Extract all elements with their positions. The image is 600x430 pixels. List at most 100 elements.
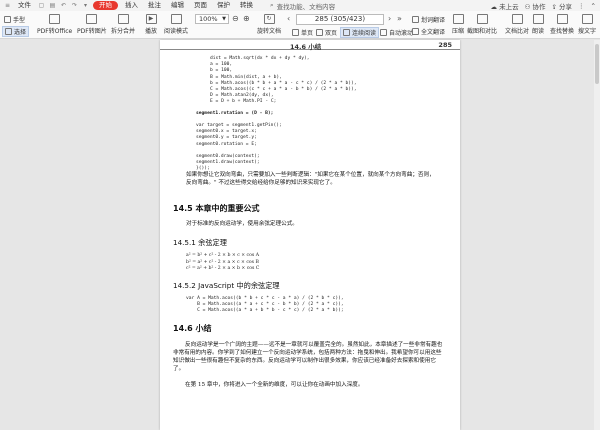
zoom-select[interactable]: 100% ▼ xyxy=(195,14,229,24)
collab-button[interactable]: ⚇ 协作 xyxy=(525,1,546,11)
pdf-image-label: PDF转图片 xyxy=(77,28,107,35)
search-box[interactable]: ⌕ 查找功能、文档内容 xyxy=(270,1,335,11)
pdf-office-icon xyxy=(49,14,61,24)
cloud-status[interactable]: ☁ 未上云 xyxy=(491,1,519,11)
paragraph-1: 如果你想让它双向弯曲，只需要加入一些判断逻辑："如果它在某个位置，就向某个方向弯… xyxy=(186,172,435,186)
zoom-in-icon[interactable]: ⊕ xyxy=(243,14,250,24)
read-aloud-button[interactable]: 朗读 xyxy=(532,14,544,35)
tab-convert[interactable]: 转换 xyxy=(235,0,258,11)
select-label: 选择 xyxy=(14,29,27,36)
zoom-value: 100% xyxy=(199,15,218,23)
open-icon[interactable]: ▢ xyxy=(38,2,45,9)
page-number: 285 xyxy=(438,41,452,49)
code-block-2: segment1.rotation = (D - B); xyxy=(196,111,274,116)
auto-scroll-button[interactable]: 自动滚动 xyxy=(380,28,413,37)
page-indicator: 285 (305/423) xyxy=(314,15,366,23)
code-block-4: segment0.draw(context); segment1.draw(co… xyxy=(196,154,260,172)
menu-bar: ≡ 文件 ▢ ▤ ↶ ↷ ▾ 开始 插入 批注 编辑 页面 保护 转换 ⌕ 查找… xyxy=(0,0,600,11)
read-mode-label: 阅读模式 xyxy=(164,28,189,35)
more-icon[interactable]: ▾ xyxy=(82,2,89,9)
cloud-label: 未上云 xyxy=(499,2,519,11)
screenshot-compare-button[interactable]: 截图和对比 xyxy=(467,14,497,35)
ribbon-toolbar: 手型 选择 PDF转Office PDF转图片 拆分合并 ▶ 播放 阅读模式 10… xyxy=(0,11,600,39)
menu-right: ☁ 未上云 ⚇ 协作 ⇪ 分享 ⋮ ⌃ xyxy=(491,0,596,11)
cosine-formulas: a² = b² + c² - 2 × b × c × cos A b² = a²… xyxy=(186,253,260,271)
search-icon: ⌕ xyxy=(270,1,274,9)
share-button[interactable]: ⇪ 分享 xyxy=(552,1,573,11)
heading-14-5-2: 14.5.2 JavaScript 中的余弦定理 xyxy=(173,281,280,290)
tab-insert[interactable]: 插入 xyxy=(120,0,143,11)
undo-icon[interactable]: ↶ xyxy=(60,2,67,9)
prev-page-icon[interactable]: ‹ xyxy=(287,14,290,24)
play-label: 播放 xyxy=(145,28,158,35)
single-page-button[interactable]: 单页 xyxy=(292,28,313,37)
heading-14-6: 14.6 小结 xyxy=(173,324,212,333)
compress-button[interactable]: 压缩 xyxy=(452,14,464,35)
continuous-read-button[interactable]: 连续阅读 xyxy=(340,27,380,38)
auto-scroll-label: 自动滚动 xyxy=(389,30,414,37)
zoom-out-icon[interactable]: ⊖ xyxy=(232,14,239,24)
full-translate-label: 全文翻译 xyxy=(421,29,446,36)
rotate-button[interactable]: ↻ 旋转文档 xyxy=(257,14,281,35)
collab-label: 协作 xyxy=(532,2,546,11)
split-icon xyxy=(117,14,129,24)
double-page-label: 双页 xyxy=(325,30,338,37)
tab-annotate[interactable]: 批注 xyxy=(143,0,166,11)
continuous-icon xyxy=(343,29,350,36)
code-block-5: var A = Math.acos((b * b + c * c - a * a… xyxy=(186,296,344,314)
speaker-icon xyxy=(532,14,544,24)
pdf-office-label: PDF转Office xyxy=(37,28,73,35)
redo-icon[interactable]: ↷ xyxy=(71,2,78,9)
last-page-icon[interactable]: » xyxy=(397,14,402,24)
print-icon[interactable]: ▤ xyxy=(49,2,56,9)
auto-scroll-icon xyxy=(380,29,387,36)
select-tool[interactable]: 选择 xyxy=(2,26,30,37)
heading-14-5: 14.5 本章中的重要公式 xyxy=(173,204,260,213)
read-mode-button[interactable]: 阅读模式 xyxy=(164,14,188,35)
next-page-icon[interactable]: › xyxy=(388,14,391,24)
paragraph-4: 在第 15 章中，你将进入一个全新的维度，可以让你在动画中加入深度。 xyxy=(185,382,364,388)
code-block-1: dist = Math.sqrt(dx * dx + dy * dy), a =… xyxy=(210,56,357,105)
more-options-icon[interactable]: ⋮ xyxy=(578,2,585,10)
scrollbar-thumb[interactable] xyxy=(595,44,599,84)
double-page-button[interactable]: 双页 xyxy=(316,28,337,37)
hand-tool[interactable]: 手型 xyxy=(4,15,25,24)
book-icon xyxy=(170,14,182,24)
tab-start[interactable]: 开始 xyxy=(93,1,118,10)
double-page-icon xyxy=(316,29,323,36)
find-replace-label: 查找替换 xyxy=(550,28,575,35)
cursor-icon xyxy=(5,28,12,35)
pdf-page: 14.6 小结 285 dist = Math.sqrt(dx * dx + d… xyxy=(160,40,460,430)
menu-file[interactable]: 文件 xyxy=(13,0,36,11)
share-label: 分享 xyxy=(559,2,573,11)
running-title: 14.6 小结 xyxy=(290,43,322,51)
screenshot-icon xyxy=(476,14,488,24)
vertical-scrollbar[interactable] xyxy=(594,40,600,430)
page-number-input[interactable]: 285 (305/423) xyxy=(296,14,384,25)
pdf-to-office-button[interactable]: PDF转Office xyxy=(37,14,72,35)
find-replace-icon xyxy=(556,14,568,24)
text-compare-button[interactable]: 文档比对 xyxy=(505,14,529,35)
word-translate-button[interactable]: 划词翻译 xyxy=(412,15,445,24)
find-replace-button[interactable]: 查找替换 xyxy=(550,14,574,35)
search-text-button[interactable]: 搜文字 xyxy=(578,14,596,35)
tab-edit[interactable]: 编辑 xyxy=(166,0,189,11)
split-merge-button[interactable]: 拆分合并 xyxy=(111,14,135,35)
compress-label: 压缩 xyxy=(452,28,465,35)
play-button[interactable]: ▶ 播放 xyxy=(145,14,157,35)
page-header: 14.6 小结 285 xyxy=(160,40,460,51)
full-translate-button[interactable]: 全文翻译 xyxy=(412,27,445,36)
tab-protect[interactable]: 保护 xyxy=(212,0,235,11)
search-text-label: 搜文字 xyxy=(578,28,597,35)
single-page-icon xyxy=(292,29,299,36)
rotate-icon: ↻ xyxy=(263,14,275,24)
search-placeholder: 查找功能、文档内容 xyxy=(276,2,336,11)
collapse-icon[interactable]: ⌃ xyxy=(591,2,596,10)
paragraph-2: 对于标准的反向运动学，使用余弦定理公式。 xyxy=(186,221,298,227)
menu-icon[interactable]: ≡ xyxy=(4,2,11,9)
tab-page[interactable]: 页面 xyxy=(189,0,212,11)
play-icon: ▶ xyxy=(145,14,157,24)
pdf-image-icon xyxy=(86,14,98,24)
hand-icon xyxy=(4,16,11,23)
pdf-to-image-button[interactable]: PDF转图片 xyxy=(77,14,107,35)
